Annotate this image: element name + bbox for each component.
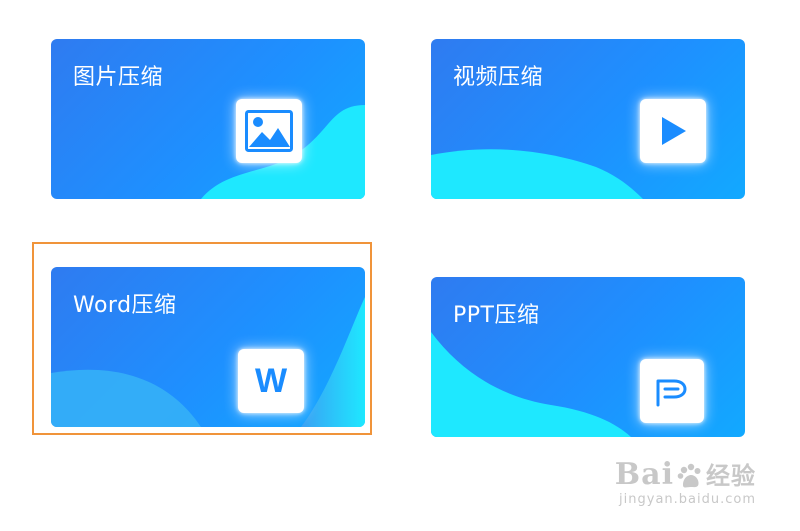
card-title: PPT压缩: [453, 303, 540, 328]
card-title: Word压缩: [73, 293, 177, 318]
video-compress-card[interactable]: 视频压缩: [431, 39, 745, 199]
watermark-url: jingyan.baidu.com: [619, 492, 756, 507]
card-title: 图片压缩: [73, 65, 164, 90]
image-icon: [236, 99, 302, 163]
word-compress-card[interactable]: Word压缩 W: [51, 267, 365, 427]
card-title: 视频压缩: [453, 65, 544, 90]
baidu-jingyan-watermark: Bai 经验 jingyan.baidu.com: [614, 457, 756, 508]
watermark-logo: Bai 经验: [614, 457, 756, 492]
image-compress-card[interactable]: 图片压缩: [51, 39, 365, 199]
play-icon: [640, 99, 706, 163]
ppt-compress-card[interactable]: PPT压缩: [431, 277, 745, 437]
ppt-icon: [640, 359, 704, 423]
paw-icon: [677, 463, 701, 488]
word-icon: W: [238, 349, 304, 413]
compress-tools-grid: 图片压缩 视频压缩 Word压缩 W PPT压缩 Bai 经验 jingyan.…: [0, 0, 800, 531]
